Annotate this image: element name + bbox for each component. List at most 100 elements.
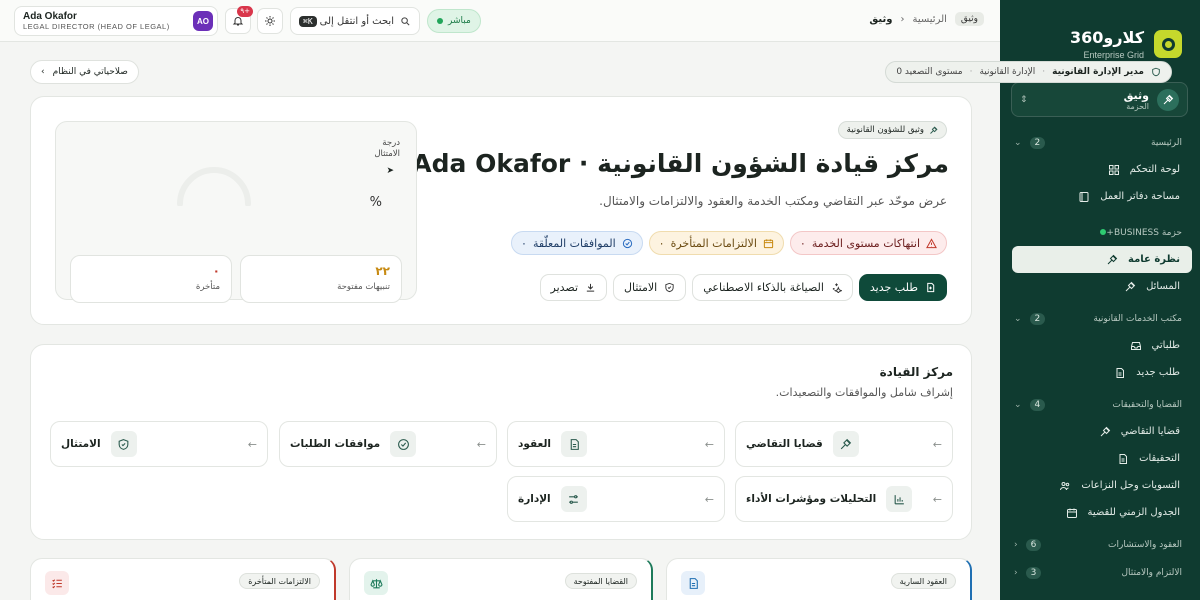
overdue-obligations-chip[interactable]: الالتزامات المتأخرة ٠ [648,231,784,255]
overdue-stat[interactable]: ٠ متأخرة [70,255,232,303]
arrow-left-icon: ← [247,437,257,451]
sparkles-icon [831,282,842,293]
search-shortcut: ⌘K [299,15,317,27]
nav-section-legal-services[interactable]: مكتب الخدمات القانونية 2 ⌄ [1000,306,1200,332]
chevron-left-icon: ‹ [900,13,905,25]
score-label: درجة الامتثال [374,138,400,159]
kpi-active-contracts[interactable]: العقود السارية [666,558,972,600]
sidebar-item-label: طلباتي [1151,340,1180,351]
new-request-button[interactable]: طلب جديد [858,274,947,301]
open-alerts-stat[interactable]: ٢٢ تنبيهات مفتوحة [240,255,402,303]
pending-approvals-chip[interactable]: الموافقات المعلّقة ٠ [511,231,643,255]
nav-section-compliance[interactable]: الالتزام والامتثال 3 ‹ [1000,560,1200,586]
search-placeholder: ابحث أو انتقل إلى [319,15,394,27]
permissions-button[interactable]: صلاحياتي في النظام › [30,60,139,84]
sidebar-item-litigation[interactable]: قضايا التقاضي [1000,418,1200,445]
kpi-open-cases[interactable]: القضايا المفتوحة [349,558,653,600]
sun-icon [264,15,276,27]
brand-logo-icon [1154,30,1182,58]
check-circle-icon [390,431,417,457]
sidebar-item-my-requests[interactable]: طلباتي [1000,332,1200,359]
sla-breaches-chip[interactable]: انتهاكات مستوى الخدمة ٠ [789,231,947,255]
chip-count: ٠ [658,236,665,250]
user-menu[interactable]: Ada Okafor LEGAL DIRECTOR (HEAD OF LEGAL… [14,6,218,36]
sidebar-item-dashboard[interactable]: لوحة التحكم [1000,156,1200,183]
tile-contracts[interactable]: العقود ← [507,421,725,467]
page-description: عرض موحّد عبر التقاضي ومكتب الخدمة والعق… [599,194,947,208]
arrow-left-icon: ← [704,492,714,506]
sidebar-item-investigations[interactable]: التحقيقات [1000,445,1200,472]
tile-analytics[interactable]: التحليلات ومؤشرات الأداء ← [735,476,953,522]
sidebar-item-label: طلب جديد [1136,367,1180,378]
export-button[interactable]: تصدير [539,274,608,301]
nav-section-label: مكتب الخدمات القانونية [1093,314,1182,324]
sidebar: كلارو360 Enterprise Grid وثيق الحزمة ⇕ ا… [1000,0,1200,600]
brand[interactable]: كلارو360 Enterprise Grid [1000,0,1200,70]
command-center-card: مركز القيادة إشراف شامل والموافقات والتص… [30,344,972,540]
chevron-left-icon: ‹ [1014,568,1018,578]
notification-count: ٩+ [237,6,253,17]
workspace-switcher[interactable]: وثيق الحزمة ⇕ [1011,82,1188,117]
search-input[interactable]: ابحث أو انتقل إلى ⌘K [290,7,420,35]
arrow-left-icon: ← [704,437,714,451]
nav-section-cases[interactable]: القضايا والتحقيقات 4 ⌄ [1000,392,1200,418]
chevron-down-icon: ⌄ [1014,314,1022,324]
sidebar-item-overview[interactable]: نظرة عامة [1012,246,1192,273]
check-circle-icon [622,238,633,249]
tile-request-approvals[interactable]: موافقات الطلبات ← [279,421,497,467]
chevron-left-icon: ‹ [1014,540,1018,550]
compliance-gauge [177,167,251,206]
breadcrumb-home[interactable]: الرئيسية [912,14,946,25]
gavel-icon [929,125,938,135]
nav-section-contracts[interactable]: العقود والاستشارات 6 ‹ [1000,532,1200,558]
breadcrumb: وثيق الرئيسية ‹ وثيق [869,12,984,26]
button-label: الامتثال [624,281,658,294]
sidebar-item-label: التحقيقات [1139,453,1180,464]
tile-litigation[interactable]: قضايا التقاضي ← [735,421,953,467]
notifications-button[interactable]: ٩+ [225,6,253,34]
people-icon [1059,480,1071,492]
document-icon [1117,453,1129,465]
section-title: مركز القيادة [879,365,953,379]
sidebar-item-label: مساحة دفاتر العمل [1100,191,1180,202]
button-label: الصياغة بالذكاء الاصطناعي [703,281,824,294]
document-icon [561,431,587,457]
overdue-value: ٠ [212,264,220,278]
ai-drafting-button[interactable]: الصياغة بالذكاء الاصطناعي [692,274,853,301]
kpi-label: الالتزامات المتأخرة [239,573,320,589]
brand-subtitle: Enterprise Grid [1083,50,1144,60]
nav-section-count: 2 [1029,313,1046,325]
gavel-icon [832,431,859,457]
sidebar-item-timeline[interactable]: الجدول الزمني للقضية [1000,499,1200,526]
nav-section-label: القضايا والتحقيقات [1112,400,1182,410]
breadcrumb-tag[interactable]: وثيق [954,12,984,26]
sidebar-item-new-request[interactable]: طلب جديد [1000,359,1200,386]
nav-section-home[interactable]: الرئيسية 2 ⌄ [1000,130,1200,156]
arrow-left-icon: ← [476,437,486,451]
user-name: Ada Okafor [23,11,77,22]
user-role: LEGAL DIRECTOR (HEAD OF LEGAL) [23,22,170,31]
escalation-level-label: مستوى التصعيد 0 [896,67,963,77]
sidebar-item-label: قضايا التقاضي [1120,426,1180,437]
kpi-overdue-obligations[interactable]: الالتزامات المتأخرة [30,558,336,600]
inbox-icon [1130,340,1142,352]
nav-section-label: العقود والاستشارات [1108,540,1182,550]
permissions-label: صلاحياتي في النظام [52,67,128,77]
nav-section-label: الرئيسية [1151,138,1182,148]
sidebar-item-notebooks[interactable]: مساحة دفاتر العمل [1000,183,1200,210]
compliance-button[interactable]: الامتثال [613,274,687,301]
calendar-icon [1066,507,1078,519]
theme-toggle-button[interactable] [257,8,283,34]
sidebar-item-matters[interactable]: المسائل [1000,273,1200,300]
brand-name: كلارو360 [1069,28,1144,47]
live-label: مباشر [448,16,471,26]
chip-label: الموافقات المعلّقة [532,236,616,250]
tile-compliance[interactable]: الامتثال ← [50,421,268,467]
sidebar-item-settlements[interactable]: التسويات وحل النزاعات [1000,472,1200,499]
nav-section-count: 2 [1029,137,1046,149]
nav-section-business: حزمة BUSINESS+ [1000,220,1200,246]
workspace-subtitle: الحزمة [1126,101,1149,111]
top-bar: Ada Okafor LEGAL DIRECTOR (HEAD OF LEGAL… [0,0,1000,42]
tile-administration[interactable]: الإدارة ← [507,476,725,522]
sidebar-item-label: التسويات وحل النزاعات [1081,480,1180,491]
